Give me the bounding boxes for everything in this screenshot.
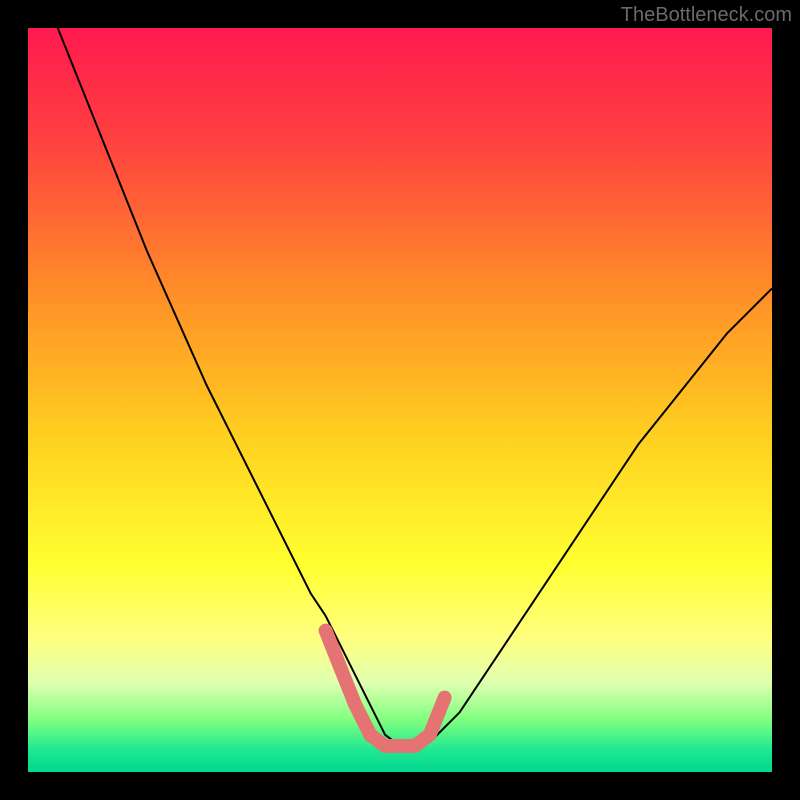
chart-canvas xyxy=(0,0,800,800)
bottleneck-chart: TheBottleneck.com xyxy=(0,0,800,800)
watermark-label: TheBottleneck.com xyxy=(621,4,792,27)
